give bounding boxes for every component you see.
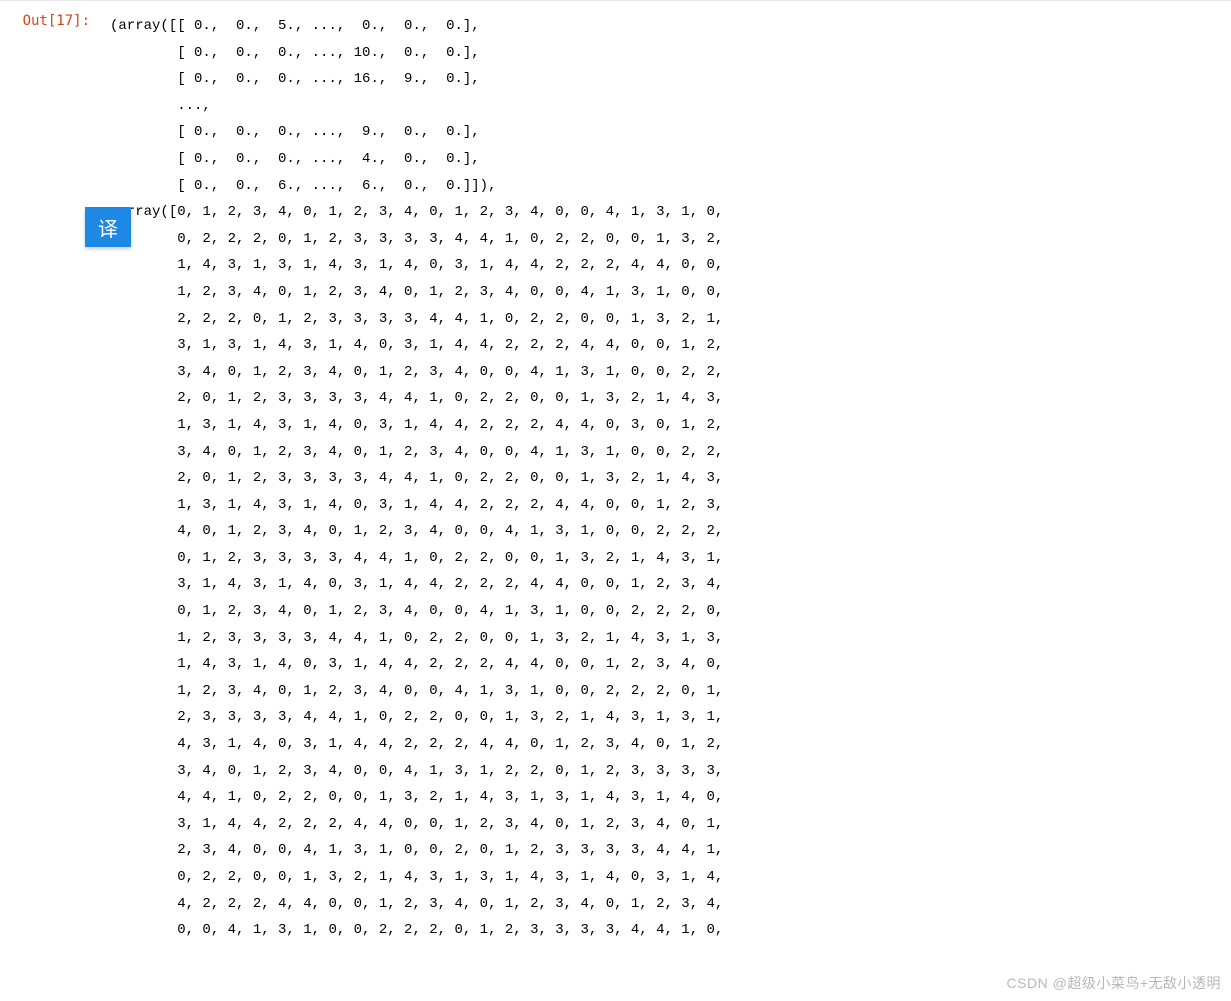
- array2-row-5: 3, 1, 3, 1, 4, 3, 1, 4, 0, 3, 1, 4, 4, 2…: [177, 337, 723, 353]
- array2-row-3: 1, 2, 3, 4, 0, 1, 2, 3, 4, 0, 1, 2, 3, 4…: [177, 284, 723, 300]
- output-cell: Out[17]: (array([[ 0., 0., 5., ..., 0., …: [0, 0, 1231, 950]
- array2-row-18: 1, 2, 3, 4, 0, 1, 2, 3, 4, 0, 0, 4, 1, 3…: [177, 683, 723, 699]
- array1-row-3: ...,: [177, 98, 211, 114]
- array1-row-0: [ 0., 0., 5., ..., 0., 0., 0.],: [177, 18, 479, 34]
- array2-row-9: 3, 4, 0, 1, 2, 3, 4, 0, 1, 2, 3, 4, 0, 0…: [177, 444, 723, 460]
- array2-row-8: 1, 3, 1, 4, 3, 1, 4, 0, 3, 1, 4, 4, 2, 2…: [177, 417, 723, 433]
- array2-row-4: 2, 2, 2, 0, 1, 2, 3, 3, 3, 3, 4, 4, 1, 0…: [177, 311, 723, 327]
- translate-button[interactable]: 译: [85, 207, 131, 247]
- output-tuple-open: (array([: [110, 18, 177, 34]
- watermark-text: CSDN @超级小菜鸟+无敌小透明: [1007, 973, 1221, 993]
- array2-row-26: 4, 2, 2, 2, 4, 4, 0, 0, 1, 2, 3, 4, 0, 1…: [177, 896, 723, 912]
- array1-row-2: [ 0., 0., 0., ..., 16., 9., 0.],: [177, 71, 479, 87]
- array2-row-25: 0, 2, 2, 0, 0, 1, 3, 2, 1, 4, 3, 1, 3, 1…: [177, 869, 723, 885]
- array2-row-7: 2, 0, 1, 2, 3, 3, 3, 3, 4, 4, 1, 0, 2, 2…: [177, 390, 723, 406]
- array1-row-6: [ 0., 0., 6., ..., 6., 0., 0.]]),: [177, 178, 496, 194]
- array1-row-5: [ 0., 0., 0., ..., 4., 0., 0.],: [177, 151, 479, 167]
- array2-row-27: 0, 0, 4, 1, 3, 1, 0, 0, 2, 2, 2, 0, 1, 2…: [177, 922, 723, 938]
- array2-row-19: 2, 3, 3, 3, 3, 4, 4, 1, 0, 2, 2, 0, 0, 1…: [177, 709, 723, 725]
- array1-row-4: [ 0., 0., 0., ..., 9., 0., 0.],: [177, 124, 479, 140]
- array2-row-13: 0, 1, 2, 3, 3, 3, 3, 4, 4, 1, 0, 2, 2, 0…: [177, 550, 723, 566]
- output-prompt-area: Out[17]:: [0, 7, 100, 950]
- output-text-area[interactable]: (array([[ 0., 0., 5., ..., 0., 0., 0.], …: [100, 7, 1231, 950]
- array2-row-20: 4, 3, 1, 4, 0, 3, 1, 4, 4, 2, 2, 2, 4, 4…: [177, 736, 723, 752]
- array2-row-16: 1, 2, 3, 3, 3, 3, 4, 4, 1, 0, 2, 2, 0, 0…: [177, 630, 723, 646]
- array2-row-24: 2, 3, 4, 0, 0, 4, 1, 3, 1, 0, 0, 2, 0, 1…: [177, 842, 723, 858]
- array2-row-17: 1, 4, 3, 1, 4, 0, 3, 1, 4, 4, 2, 2, 2, 4…: [177, 656, 723, 672]
- array2-row-23: 3, 1, 4, 4, 2, 2, 2, 4, 4, 0, 0, 1, 2, 3…: [177, 816, 723, 832]
- array2-row-22: 4, 4, 1, 0, 2, 2, 0, 0, 1, 3, 2, 1, 4, 3…: [177, 789, 723, 805]
- array2-row-12: 4, 0, 1, 2, 3, 4, 0, 1, 2, 3, 4, 0, 0, 4…: [177, 523, 723, 539]
- array2-row-1: 0, 2, 2, 2, 0, 1, 2, 3, 3, 3, 3, 4, 4, 1…: [177, 231, 723, 247]
- array1-row-1: [ 0., 0., 0., ..., 10., 0., 0.],: [177, 45, 479, 61]
- array2-row-2: 1, 4, 3, 1, 3, 1, 4, 3, 1, 4, 0, 3, 1, 4…: [177, 257, 723, 273]
- array2-row-15: 0, 1, 2, 3, 4, 0, 1, 2, 3, 4, 0, 0, 4, 1…: [177, 603, 723, 619]
- array2-row-14: 3, 1, 4, 3, 1, 4, 0, 3, 1, 4, 4, 2, 2, 2…: [177, 576, 723, 592]
- array2-row-6: 3, 4, 0, 1, 2, 3, 4, 0, 1, 2, 3, 4, 0, 0…: [177, 364, 723, 380]
- translate-label: 译: [98, 213, 118, 242]
- array2-row-10: 2, 0, 1, 2, 3, 3, 3, 3, 4, 4, 1, 0, 2, 2…: [177, 470, 723, 486]
- array2-row-21: 3, 4, 0, 1, 2, 3, 4, 0, 0, 4, 1, 3, 1, 2…: [177, 763, 723, 779]
- array2-row-0: array([0, 1, 2, 3, 4, 0, 1, 2, 3, 4, 0, …: [118, 204, 723, 220]
- array2-row-11: 1, 3, 1, 4, 3, 1, 4, 0, 3, 1, 4, 4, 2, 2…: [177, 497, 723, 513]
- output-prompt-label: Out[17]:: [23, 13, 90, 29]
